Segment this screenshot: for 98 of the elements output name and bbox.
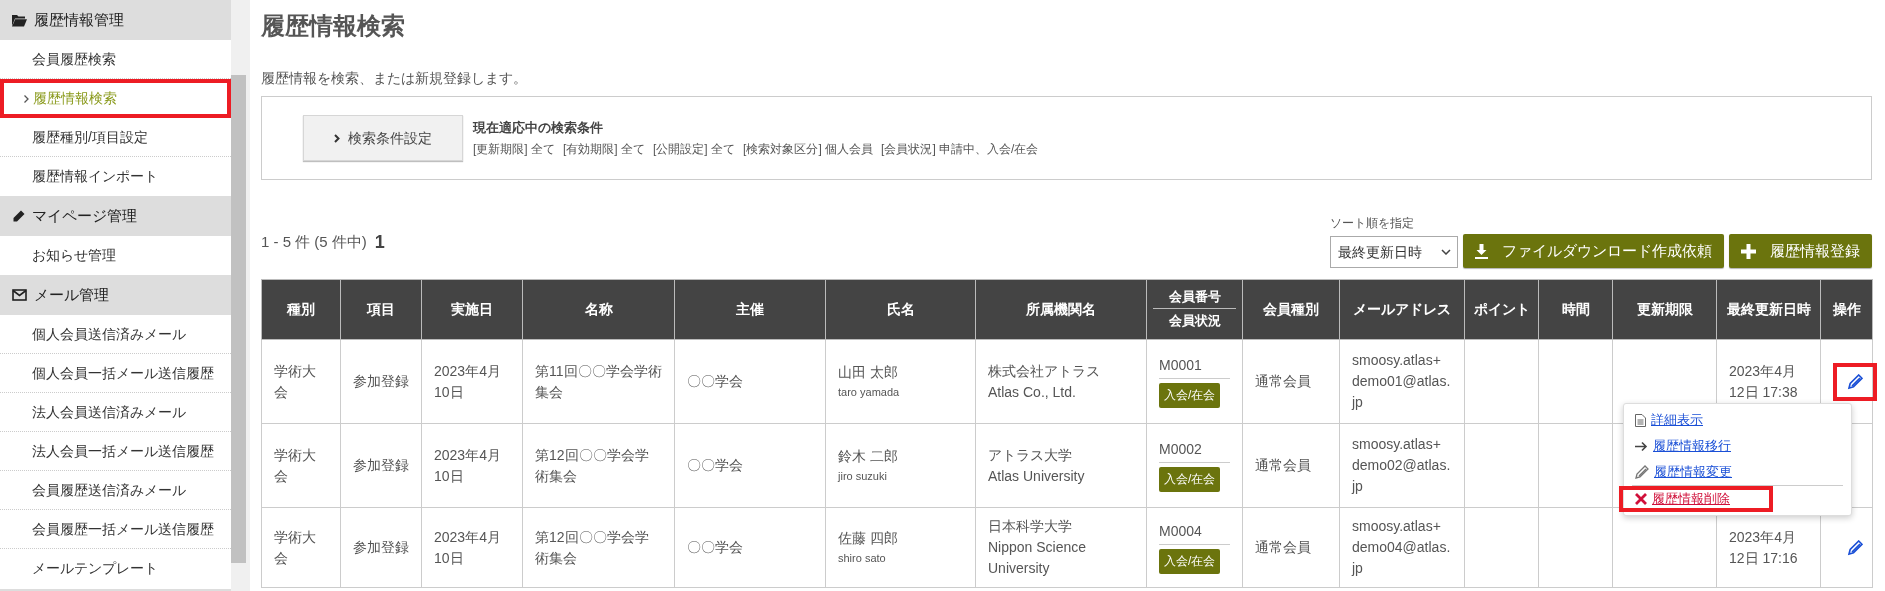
column-header: 時間: [1561, 301, 1590, 317]
sort-label: ソート順を指定: [1330, 215, 1415, 232]
sidebar-item[interactable]: メールテンプレート: [0, 549, 231, 588]
chevron-icon: [334, 133, 340, 143]
column-header: ポイント: [1473, 301, 1530, 317]
table-cell-text: 第11回〇〇学会学術集会: [535, 362, 662, 400]
affiliation-text: Nippon Science University: [988, 538, 1088, 578]
table-cell-text: 2023年4月10日: [434, 528, 501, 566]
filter-settings-button[interactable]: 検索条件設定: [303, 115, 463, 161]
filter-condition: [公開設定] 全て: [653, 140, 736, 158]
download-icon: [1475, 243, 1488, 259]
column-header: 種別: [287, 301, 315, 317]
caret-icon: [1441, 249, 1451, 255]
table-cell-text: 学術大会: [274, 446, 316, 484]
column-header: 操作: [1832, 301, 1861, 317]
table-cell-text: 通常会員: [1255, 373, 1311, 389]
person-name: 佐藤 四郎: [838, 529, 899, 548]
edit-button[interactable]: [1833, 362, 1877, 401]
sidebar-item[interactable]: 履歴情報インポート: [0, 157, 231, 196]
menu-link[interactable]: 履歴情報移行: [1630, 433, 1739, 459]
column-header: 会員種別: [1263, 301, 1319, 317]
menu-link[interactable]: 詳細表示: [1630, 407, 1711, 433]
sort-select[interactable]: 最終更新日時: [1330, 236, 1458, 268]
sidebar-item[interactable]: お知らせ管理: [0, 236, 231, 275]
section-title: 履歴情報管理: [34, 9, 124, 30]
result-count: 1 - 5 件 (5 件中): [261, 232, 367, 253]
menu-link[interactable]: 履歴情報変更: [1630, 459, 1740, 485]
column-header: 項目: [367, 301, 395, 317]
table-cell-text: 2023年4月10日: [434, 446, 501, 484]
column-header: 主催: [736, 301, 764, 317]
affiliation-text: 日本科学大学: [988, 517, 1073, 536]
folder-icon: [12, 13, 27, 27]
column-header: メールアドレス: [1353, 301, 1451, 317]
action-button[interactable]: 履歴情報登録: [1729, 234, 1872, 268]
table-cell-text: 〇〇学会: [687, 373, 743, 389]
table-cell-text: 参加登録: [353, 539, 409, 555]
status-badge: 入会/在会: [1159, 467, 1221, 492]
column-header: 所属機関名: [1026, 301, 1096, 317]
mail-icon: [12, 289, 27, 301]
member-number: M0002: [1159, 439, 1230, 463]
filter-condition: [検索対象区分] 個人会員: [743, 140, 874, 158]
affiliation-text: Atlas University: [988, 466, 1086, 486]
person-name-romaji: shiro sato: [838, 551, 887, 566]
table-cell-text: 第12回〇〇学会学術集会: [535, 528, 649, 566]
email-text: smoosy.atlas+demo02@atlas.jp: [1352, 436, 1451, 494]
status-badge: 入会/在会: [1159, 383, 1221, 408]
table-cell-text: 通常会員: [1255, 539, 1311, 555]
column-header: 最終更新日時: [1726, 301, 1811, 317]
table-cell-text: 参加登録: [353, 457, 409, 473]
person-name-romaji: jiro suzuki: [838, 469, 888, 484]
column-header: 名称: [584, 301, 613, 317]
table-cell-text: 学術大会: [274, 528, 316, 566]
page-title: 履歴情報検索: [261, 11, 406, 41]
table-cell-text: 参加登録: [353, 373, 409, 389]
plus-icon: [1741, 243, 1756, 259]
filter-condition: [更新期限] 全て: [473, 140, 555, 158]
member-number: M0001: [1159, 355, 1230, 379]
member-number: M0004: [1159, 521, 1230, 545]
document-icon: [1635, 413, 1646, 427]
email-text: smoosy.atlas+demo01@atlas.jp: [1352, 352, 1451, 410]
table-cell-text: 〇〇学会: [687, 539, 743, 555]
table-cell-text: 学術大会: [274, 362, 316, 400]
scrollbar[interactable]: [231, 75, 246, 563]
person-name: 鈴木 二郎: [838, 447, 899, 466]
column-header: 会員状況: [1168, 312, 1221, 330]
cross-icon: [1635, 493, 1647, 505]
column-header: 実施日: [451, 301, 493, 317]
chevron-icon: [24, 94, 29, 103]
column-header: 氏名: [886, 301, 915, 317]
column-header: 会員番号: [1153, 286, 1236, 309]
affiliation-text: アトラス大学: [988, 445, 1073, 465]
table-cell-text: 第12回〇〇学会学術集会: [535, 446, 649, 484]
page-description: 履歴情報を検索、または新規登録します。: [261, 69, 528, 88]
menu-link[interactable]: 履歴情報削除: [1619, 486, 1773, 512]
column-header: 更新期限: [1636, 301, 1693, 317]
filter-condition: [有効期限] 全て: [563, 140, 646, 158]
affiliation-text: Atlas Co., Ltd.: [988, 382, 1077, 402]
page-link[interactable]: 1: [374, 229, 385, 256]
conditions-heading: 現在適応中の検索条件: [473, 119, 604, 138]
affiliation-text: 株式会社アトラス: [988, 361, 1101, 381]
action-button[interactable]: ファイルダウンロード作成依頼: [1463, 234, 1724, 268]
filter-condition: [会員状況] 申請中、入会/在会: [881, 140, 1039, 158]
arrow-icon: [1635, 440, 1648, 452]
pencil-icon: [1635, 465, 1649, 479]
person-name: 山田 太郎: [838, 363, 899, 382]
status-badge: 入会/在会: [1159, 549, 1221, 574]
section-title: メール管理: [34, 284, 109, 305]
pencil-icon: [12, 209, 25, 223]
email-text: smoosy.atlas+demo04@atlas.jp: [1352, 518, 1451, 576]
pencil-icon: [1847, 539, 1863, 556]
pencil-icon: [1847, 373, 1863, 390]
table-cell-text: 通常会員: [1255, 457, 1311, 473]
table-cell-text: 2023年4月10日: [434, 362, 501, 400]
table-cell-text: 2023年4月12日 17:38: [1729, 362, 1798, 400]
table-cell-text: 2023年4月12日 17:16: [1729, 528, 1798, 566]
table-cell-text: 〇〇学会: [687, 457, 743, 473]
person-name-romaji: taro yamada: [838, 385, 901, 400]
section-title: マイページ管理: [32, 205, 137, 226]
